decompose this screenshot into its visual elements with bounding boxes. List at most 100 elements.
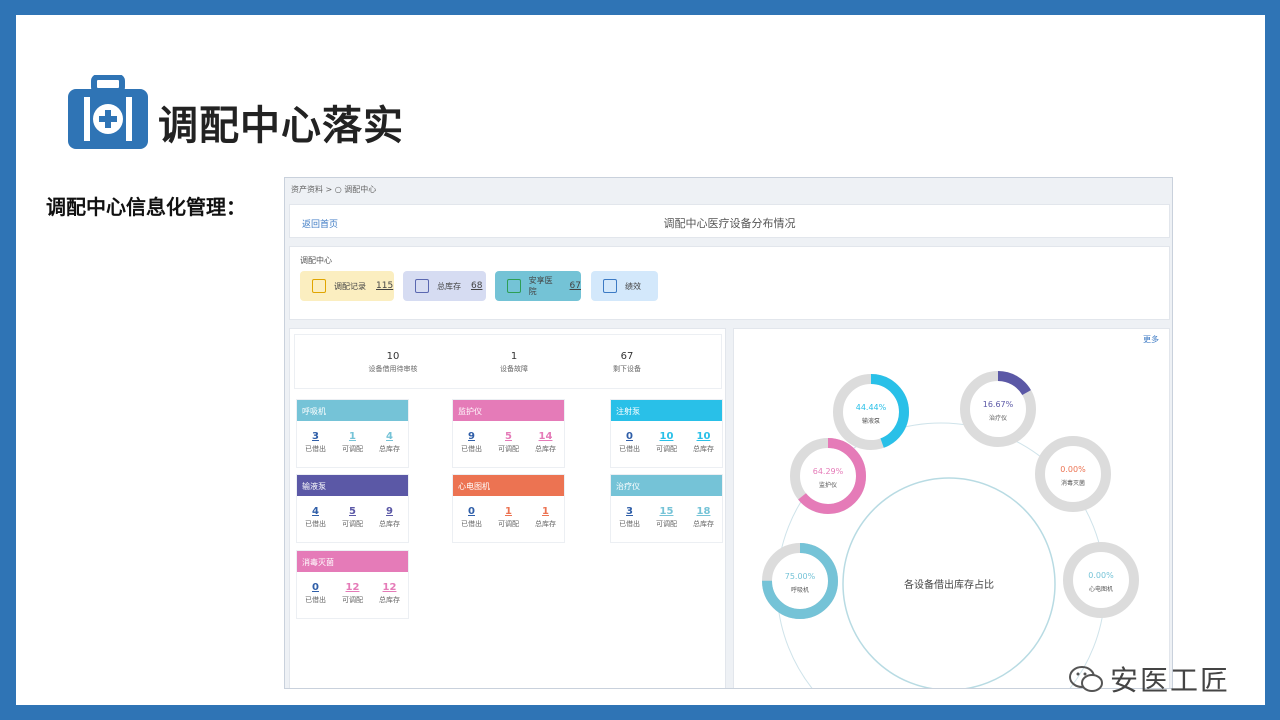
device-panel: 10 设备借用待审核 1 设备故障 67 剩下设备 呼吸机 3 已借出 1 可调配 4 总库… (289, 328, 726, 688)
ring-label: 呼吸机 (791, 586, 809, 594)
chart-icon (603, 279, 617, 293)
device-count[interactable]: 4 (298, 506, 334, 517)
device-count-label: 总库存 (379, 520, 400, 528)
building-icon (415, 279, 429, 293)
stat-label: 设备故障 (500, 365, 528, 373)
device-card-title: 心电图机 (453, 475, 564, 496)
watermark-text: 安医工匠 (1110, 664, 1231, 697)
device-count[interactable]: 0 (454, 506, 490, 517)
device-count-label: 总库存 (535, 445, 556, 453)
device-card: 监护仪 9 已借出 5 可调配 14 总库存 (452, 399, 565, 468)
device-count[interactable]: 15 (649, 506, 685, 517)
ring-track (1063, 542, 1139, 618)
device-count[interactable]: 1 (491, 506, 527, 517)
tile-value[interactable]: 67 (570, 281, 581, 291)
ring-percent: 0.00% (1060, 465, 1086, 474)
ratio-panel: 更多 各设备借出库存占比 75.00% 呼吸机 64.29% 监护仪 44.44% 输液泵 1… (733, 328, 1170, 688)
device-count[interactable]: 0 (298, 582, 334, 593)
device-count[interactable]: 3 (298, 431, 334, 442)
device-count[interactable]: 5 (491, 431, 527, 442)
device-count[interactable]: 3 (612, 506, 648, 517)
slide-subtitle: 调配中心信息化管理： (46, 195, 246, 219)
device-count[interactable]: 0 (612, 431, 648, 442)
device-count[interactable]: 5 (335, 506, 371, 517)
more-link[interactable]: 更多 (1143, 334, 1159, 345)
stat-label: 设备借用待审核 (368, 365, 418, 373)
center-panel: 调配中心 调配记录 115 总库存 68 安享医院 67 绩效 (289, 246, 1170, 320)
stat-label: 剩下设备 (613, 365, 641, 373)
ring-track (1035, 436, 1111, 512)
device-count-label: 总库存 (693, 445, 714, 453)
center-panel-label: 调配中心 (300, 256, 332, 265)
device-count-label: 可调配 (656, 445, 677, 453)
tile-label: 总库存 (437, 281, 461, 291)
ring-label: 心电图机 (1089, 585, 1113, 593)
device-card: 心电图机 0 已借出 1 可调配 1 总库存 (452, 474, 565, 543)
breadcrumb: 资产资料 > ○ 调配中心 (291, 185, 377, 194)
device-count[interactable]: 9 (454, 431, 490, 442)
device-count-label: 已借出 (461, 520, 482, 528)
device-count-label: 已借出 (619, 520, 640, 528)
device-card: 治疗仪 3 已借出 15 可调配 18 总库存 (610, 474, 723, 543)
arrow-back-icon (312, 279, 326, 293)
tile-label: 安享医院 (528, 276, 553, 296)
device-count-label: 可调配 (498, 520, 519, 528)
stats-row: 10 设备借用待审核 1 设备故障 67 剩下设备 (294, 334, 722, 389)
device-count[interactable]: 12 (372, 582, 408, 593)
device-count[interactable]: 1 (528, 506, 564, 517)
stat-faults: 1 设备故障 (464, 351, 564, 374)
device-count[interactable]: 1 (335, 431, 371, 442)
device-count-label: 可调配 (656, 520, 677, 528)
hospital-icon (507, 279, 521, 293)
device-count-label: 总库存 (535, 520, 556, 528)
device-count-label: 已借出 (305, 445, 326, 453)
device-count[interactable]: 14 (528, 431, 564, 442)
ring-chart: 各设备借出库存占比 75.00% 呼吸机 64.29% 监护仪 44.44% 输液泵 16.6… (762, 371, 1139, 688)
ring-label: 治疗仪 (989, 414, 1007, 422)
device-card: 消毒灭菌 0 已借出 12 可调配 12 总库存 (296, 550, 409, 619)
device-card: 呼吸机 3 已借出 1 可调配 4 总库存 (296, 399, 409, 468)
page-header: 返回首页 调配中心医疗设备分布情况 (289, 204, 1170, 238)
tile-hospital[interactable]: 安享医院 67 (495, 271, 581, 301)
device-count-label: 可调配 (342, 445, 363, 453)
device-count[interactable]: 4 (372, 431, 408, 442)
tile-value[interactable]: 115 (376, 281, 393, 291)
device-count-label: 已借出 (305, 596, 326, 604)
tile-label: 绩效 (625, 281, 641, 291)
device-count-label: 总库存 (379, 445, 400, 453)
stat-pending-review: 10 设备借用待审核 (343, 351, 443, 374)
medical-kit-icon (68, 75, 148, 149)
device-card-title: 注射泵 (611, 400, 722, 421)
device-count[interactable]: 10 (686, 431, 722, 442)
device-count[interactable]: 9 (372, 506, 408, 517)
stat-value: 1 (510, 351, 518, 362)
tile-label: 调配记录 (334, 281, 366, 291)
device-count-label: 已借出 (461, 445, 482, 453)
stat-value: 10 (386, 351, 400, 362)
ring-center-label: 各设备借出库存占比 (904, 578, 994, 591)
ring-percent: 75.00% (785, 572, 816, 581)
device-card-title: 监护仪 (453, 400, 564, 421)
device-card: 输液泵 4 已借出 5 可调配 9 总库存 (296, 474, 409, 543)
device-count[interactable]: 18 (686, 506, 722, 517)
device-count[interactable]: 12 (335, 582, 371, 593)
tile-performance[interactable]: 绩效 (591, 271, 658, 301)
device-card-title: 输液泵 (297, 475, 408, 496)
stat-value: 67 (620, 351, 634, 362)
embedded-screenshot: 资产资料 > ○ 调配中心 返回首页 调配中心医疗设备分布情况 调配中心 调配记… (284, 177, 1173, 689)
ring-label: 输液泵 (862, 417, 880, 425)
ring-label: 消毒灭菌 (1061, 479, 1085, 487)
device-count[interactable]: 10 (649, 431, 685, 442)
device-count-label: 总库存 (693, 520, 714, 528)
ring-percent: 16.67% (983, 400, 1014, 409)
page-title: 调配中心医疗设备分布情况 (663, 217, 796, 230)
stat-remaining: 67 剩下设备 (577, 351, 677, 374)
device-card-title: 消毒灭菌 (297, 551, 408, 572)
device-count-label: 可调配 (498, 445, 519, 453)
tile-total-stock[interactable]: 总库存 68 (403, 271, 486, 301)
tile-dispatch-records[interactable]: 调配记录 115 (300, 271, 394, 301)
device-count-label: 可调配 (342, 596, 363, 604)
tile-value[interactable]: 68 (471, 281, 482, 291)
ring-percent: 0.00% (1088, 571, 1114, 580)
watermark: 安医工匠 (1068, 659, 1230, 699)
